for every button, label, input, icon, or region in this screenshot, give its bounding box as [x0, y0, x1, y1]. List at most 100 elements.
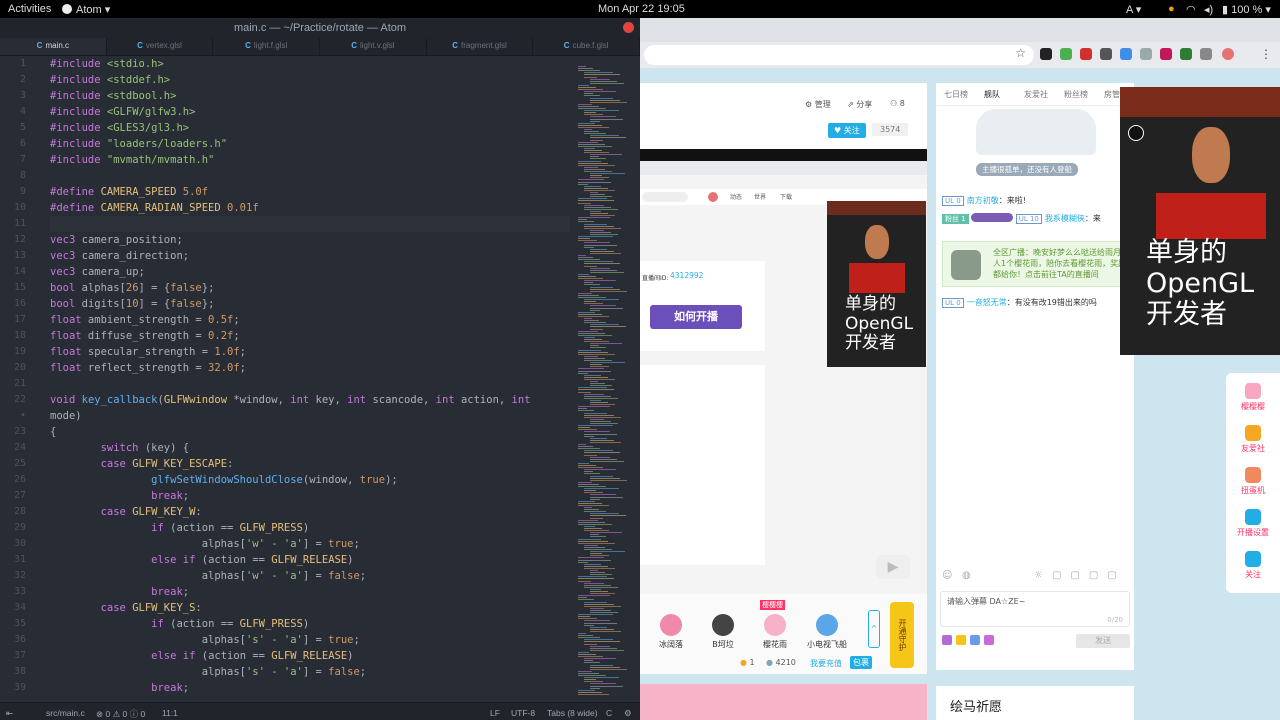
rank-tab[interactable]: 舰队	[984, 89, 1000, 100]
extension-icon[interactable]	[1180, 48, 1192, 60]
battery-status[interactable]: ▮ 100 % ▾	[1222, 3, 1271, 16]
extension-icon[interactable]	[1160, 48, 1172, 60]
extension-icon[interactable]	[1040, 48, 1052, 60]
volume-icon[interactable]: ◂)	[1204, 3, 1213, 16]
code-line[interactable]: vec3 camera_direction;	[50, 248, 570, 264]
title-icon[interactable]	[956, 635, 966, 645]
code-line[interactable]: #include "mvmath/mvmath.h"	[50, 152, 570, 168]
extension-icon[interactable]	[1140, 48, 1152, 60]
code-line[interactable]: #define CAMERA_RADIAN_SPEED 0.01f	[50, 200, 570, 216]
danmaku-input[interactable]: 请输入弹幕 DA☆ZE~ 0/20	[940, 591, 1130, 627]
grammar-selector[interactable]: C	[606, 708, 612, 718]
code-line[interactable]: switch (key) {	[50, 440, 570, 456]
code-line[interactable]: float reflect_strength = 32.0f;	[50, 360, 570, 376]
tool-icons[interactable]: ☼▢▢▢▢	[1034, 570, 1126, 581]
editor-tab[interactable]: Cvertex.glsl	[107, 38, 214, 55]
gift-item[interactable]: 冰阔落	[646, 614, 696, 650]
browser-menu-icon[interactable]: ⋮	[1260, 47, 1272, 61]
close-window-button[interactable]	[623, 22, 634, 33]
code-line[interactable]	[50, 376, 570, 392]
manage-button[interactable]: ⚙ 管理	[805, 99, 831, 110]
tv-play-icon[interactable]: ▶	[876, 555, 910, 579]
code-line[interactable]: else if (action == GLFW_RELEASE)	[50, 552, 570, 568]
code-line[interactable]: case GLFW_KEY_W:	[50, 504, 570, 520]
code-line[interactable]: #include <stdbool.h>	[50, 88, 570, 104]
code-line[interactable]: float specular_strength = 1.0f;	[50, 344, 570, 360]
side-action-button[interactable]: 开播设置	[1226, 509, 1280, 538]
rank-tab[interactable]: 七日榜	[944, 89, 968, 100]
send-button[interactable]: 发送	[1076, 634, 1130, 648]
chat-message[interactable]: UL 0 一音怒无常：有没有改19错出来的吗	[942, 297, 1130, 308]
chat-message[interactable]: UL 0 南方初敬：来啦!	[942, 195, 1130, 206]
code-line[interactable]: float ambient_strength = 0.5f;	[50, 312, 570, 328]
input-method-indicator[interactable]: A ▾	[1126, 3, 1141, 16]
code-line[interactable]: #define CAMERA_SPEED 5.0f	[50, 184, 570, 200]
code-line[interactable]: {	[50, 424, 570, 440]
side-action-button[interactable]: 扭蛋机	[1226, 467, 1280, 496]
code-line[interactable]: case GLFW_KEY_ESCAPE:	[50, 456, 570, 472]
code-line[interactable]: alphas['s' - 'a'] = true;	[50, 632, 570, 648]
bag-button[interactable]: 包裹	[850, 656, 872, 669]
gift-item[interactable]: 樱樱樱 樱花雨	[750, 600, 800, 650]
code-line[interactable]: break;	[50, 488, 570, 504]
code-line[interactable]: bool digits[10] = {false};	[50, 296, 570, 312]
file-path[interactable]: src/main.c	[46, 708, 85, 718]
bookmark-star-icon[interactable]: ☆	[1015, 46, 1026, 60]
editor-tab[interactable]: Clight.f.glsl	[213, 38, 321, 55]
side-action-button[interactable]: 友爱社	[1226, 425, 1280, 454]
extension-icon[interactable]	[1100, 48, 1112, 60]
code-line[interactable]: else if (action == GLFW_RELEASE)	[50, 648, 570, 664]
editor-tab[interactable]: Clight.v.glsl	[320, 38, 427, 55]
code-line[interactable]: if (action == GLFW_PRESS)	[50, 520, 570, 536]
rank-tab[interactable]: 房管	[1104, 89, 1120, 100]
rank-tab[interactable]: 友爱社	[1024, 89, 1048, 100]
emoji-icon[interactable]: ☺	[942, 570, 952, 581]
tree-view-toggle-icon[interactable]: ⇤	[6, 708, 13, 719]
code-line[interactable]	[50, 216, 570, 232]
rank-tab[interactable]: 粉丝榜	[1064, 89, 1088, 100]
code-line[interactable]: break;	[50, 584, 570, 600]
cursor-position[interactable]: 11:1	[162, 708, 178, 718]
side-action-button[interactable]: 关注	[1226, 551, 1280, 580]
code-line[interactable]	[50, 168, 570, 184]
minimap[interactable]	[572, 56, 640, 702]
extension-icon[interactable]	[1200, 48, 1212, 60]
indentation[interactable]: Tabs (8 wide)	[547, 708, 598, 718]
code-line[interactable]: void key_callback(GLFWwindow *window, in…	[50, 392, 570, 408]
address-bar[interactable]: ☆	[644, 45, 1034, 65]
editor-tab[interactable]: Cmain.c	[0, 38, 107, 55]
code-line[interactable]: #include "loaders/loaders.h"	[50, 136, 570, 152]
code-editor[interactable]: #include <stdio.h> #include <stddef.h> #in…	[50, 56, 570, 702]
color-picker-icon[interactable]: ◍	[962, 570, 971, 581]
badge-icon[interactable]	[970, 635, 980, 645]
editor-tab[interactable]: Cfragment.glsl	[427, 38, 534, 55]
code-line[interactable]: glfwSetWindowShouldClose(window, true);	[50, 472, 570, 488]
code-line[interactable]: mode)	[50, 408, 570, 424]
settings-gear-icon[interactable]: ⚙	[624, 708, 632, 719]
diagnostics-counter[interactable]: ⊗ 0 ⚠ 0 ⓘ 0	[96, 708, 145, 720]
code-line[interactable]: float diffuse_strength = 0.2f;	[50, 328, 570, 344]
extension-icon[interactable]	[1120, 48, 1132, 60]
code-line[interactable]: #include <stddef.h>	[50, 72, 570, 88]
code-line[interactable]: #include <stdio.h>	[50, 56, 570, 72]
code-line[interactable]: vec3 camera_up;	[50, 264, 570, 280]
code-line[interactable]: if (action == GLFW_PRESS)	[50, 616, 570, 632]
gift-item[interactable]: B坷垃	[698, 614, 748, 650]
chat-message[interactable]: 粉丝 1 UL 10 我系模糊侠：来	[942, 213, 1130, 224]
guard-banner[interactable]: 开通守护	[890, 602, 914, 668]
activities-button[interactable]: Activities	[8, 3, 51, 15]
recharge-link[interactable]: 我要充值	[810, 658, 842, 669]
gift-expand-button[interactable]: ^	[868, 610, 880, 648]
wifi-icon[interactable]: ◠	[1186, 3, 1196, 16]
code-line[interactable]: bool alphas[26] = {false};	[50, 280, 570, 296]
clock[interactable]: Mon Apr 22 19:05	[598, 3, 685, 15]
start-streaming-banner[interactable]: 如何开播	[650, 305, 742, 329]
file-encoding[interactable]: UTF-8	[511, 708, 535, 718]
code-line[interactable]: vec3 camera_position;	[50, 232, 570, 248]
editor-tab[interactable]: Ccube.f.glsl	[533, 38, 640, 55]
follow-button[interactable]: ♥ 关注	[828, 123, 866, 138]
gift-item[interactable]: 小电视飞船	[802, 614, 852, 650]
code-line[interactable]: break;	[50, 680, 570, 696]
chat-message[interactable]: 全区广播：晚安好梦么么哒送给雨月人1个樱花雨，陪你去看樱花雨，奖励都给你！点击前…	[942, 241, 1132, 288]
guard-icon[interactable]	[984, 635, 994, 645]
